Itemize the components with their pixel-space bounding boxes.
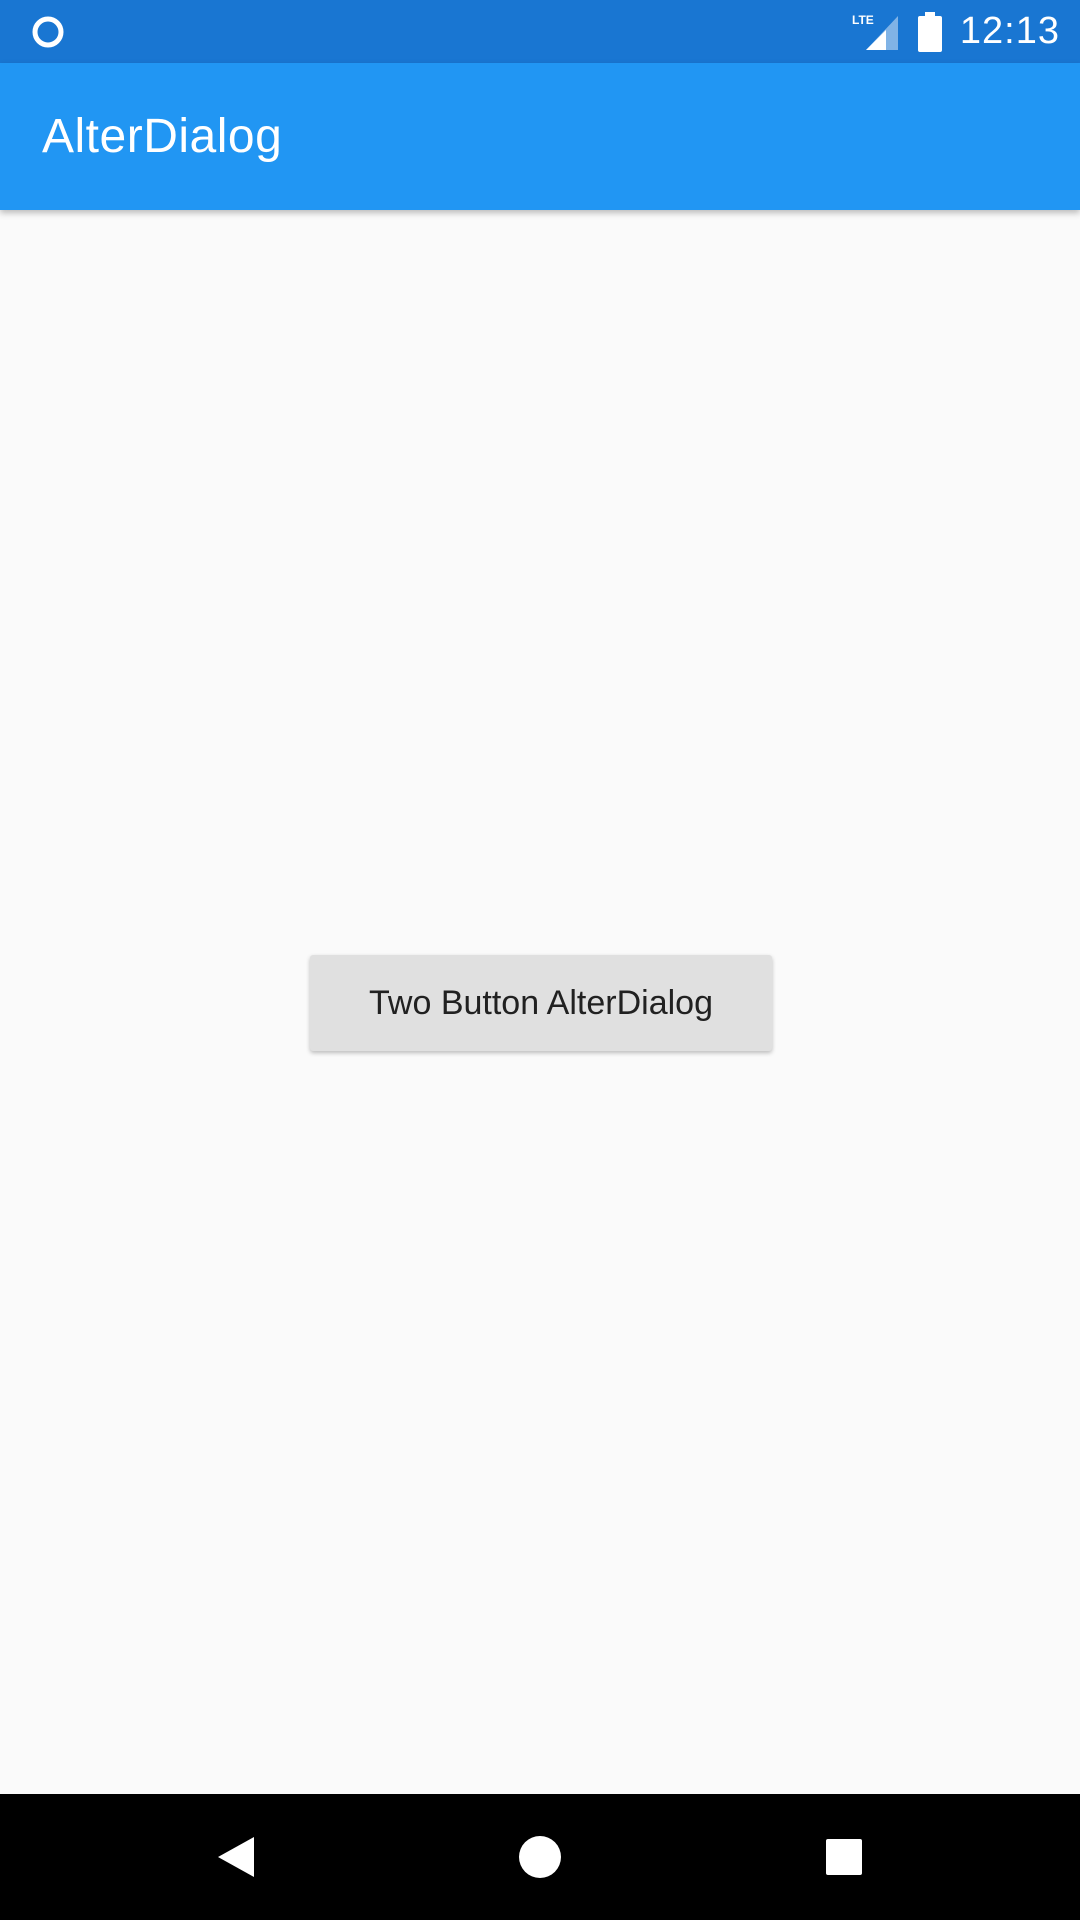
two-button-alterdialog-button[interactable]: Two Button AlterDialog [310,955,772,1051]
recents-icon [826,1839,862,1875]
lte-signal-icon: LTE [852,12,900,52]
notification-circle-icon [32,16,64,48]
app-bar: AlterDialog [0,63,1080,210]
recents-button[interactable] [774,1794,914,1920]
screen: LTE 12:13 AlterDialog Two Button AlterDi… [0,0,1080,1920]
navigation-bar [0,1794,1080,1920]
network-label: LTE [852,13,874,27]
back-icon [218,1837,254,1877]
home-icon [519,1836,561,1878]
app-title: AlterDialog [42,110,283,163]
home-button[interactable] [470,1794,610,1920]
status-bar: LTE 12:13 [0,0,1080,63]
back-button[interactable] [166,1794,306,1920]
status-time: 12:13 [959,10,1060,52]
status-right-group: LTE 12:13 [852,0,1060,63]
battery-icon [917,11,942,52]
content-area: Two Button AlterDialog [0,210,1080,1794]
